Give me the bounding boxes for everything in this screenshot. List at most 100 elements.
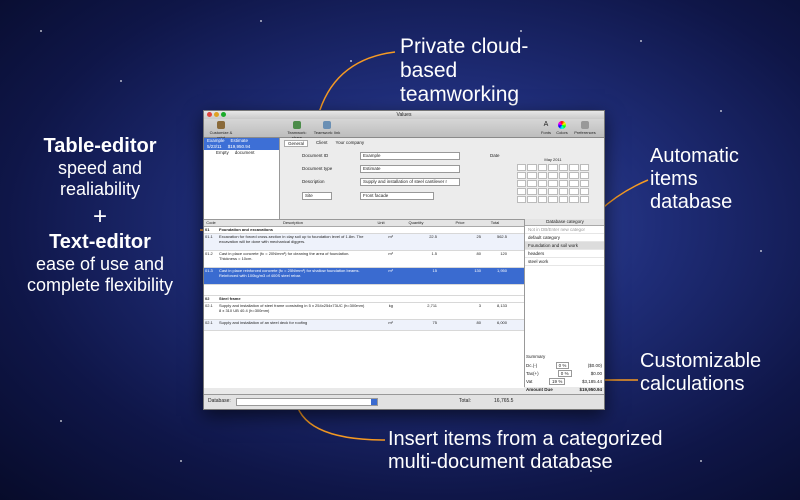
cell-code[interactable]: 01.2 xyxy=(204,251,218,267)
promo-auto-db-text: Automatic items database xyxy=(650,145,739,213)
cell-qty[interactable]: 1.5 xyxy=(394,251,438,267)
site-text-field[interactable]: Front facade xyxy=(360,192,434,200)
cell-total[interactable]: 562.5 xyxy=(482,234,508,250)
colors-label: Colors xyxy=(556,130,568,135)
close-icon[interactable] xyxy=(207,112,212,117)
db-category-hint[interactable]: Not in DB/Enter new categor xyxy=(525,226,604,234)
cell-desc[interactable]: Foundation and excavations xyxy=(218,227,368,233)
cell-price[interactable] xyxy=(438,296,482,302)
preferences-button[interactable]: Preferences xyxy=(572,121,598,135)
cell-code[interactable]: 02.1 xyxy=(204,303,218,319)
cell-total[interactable]: 8,133 xyxy=(482,303,508,319)
promo-plus: + xyxy=(92,203,107,231)
cell-desc[interactable] xyxy=(218,285,368,295)
cell-unit[interactable] xyxy=(368,296,394,302)
database-label: Database: xyxy=(208,398,231,404)
cell-unit[interactable] xyxy=(368,285,394,295)
cell-qty[interactable] xyxy=(394,227,438,233)
cell-price[interactable]: 80 xyxy=(438,251,482,267)
cell-qty[interactable] xyxy=(394,296,438,302)
doc-type-select[interactable]: Estimate xyxy=(360,165,460,173)
chevron-down-icon xyxy=(371,399,377,405)
cell-code[interactable]: 01.3 xyxy=(204,268,218,284)
cell-unit[interactable]: m³ xyxy=(368,251,394,267)
cell-unit[interactable]: m³ xyxy=(368,234,394,250)
cell-unit[interactable]: m³ xyxy=(368,268,394,284)
cell-desc[interactable]: Excavation for forced cross-section in c… xyxy=(218,234,368,250)
fonts-button[interactable]: A Fonts xyxy=(540,121,552,135)
tax-unit: % xyxy=(564,370,569,376)
date-label: Date xyxy=(490,153,500,158)
cell-code[interactable] xyxy=(204,285,218,295)
cell-unit[interactable]: m² xyxy=(368,320,394,330)
zoom-icon[interactable] xyxy=(221,112,226,117)
cell-total[interactable] xyxy=(482,227,508,233)
cell-total[interactable]: 120 xyxy=(482,251,508,267)
db-category-item[interactable]: Foundation and soil work xyxy=(525,242,604,250)
vat-field[interactable]: 19 % xyxy=(549,377,566,385)
table-row[interactable]: 01.1 Excavation for forced cross-section … xyxy=(204,234,524,251)
calendar-month: May 2011 xyxy=(544,157,562,162)
cell-price[interactable] xyxy=(438,227,482,233)
cell-qty[interactable]: 75 xyxy=(394,320,438,330)
cell-total[interactable]: 6,000 xyxy=(482,320,508,330)
cell-price[interactable]: 80 xyxy=(438,320,482,330)
cell-qty[interactable]: 22.5 xyxy=(394,234,438,250)
cell-price[interactable]: 130 xyxy=(438,268,482,284)
table-row[interactable] xyxy=(204,285,524,296)
tab-client[interactable]: Client xyxy=(316,140,328,147)
colors-icon xyxy=(558,121,566,129)
cell-total[interactable]: 1,950 xyxy=(482,268,508,284)
cell-price[interactable]: 25 xyxy=(438,234,482,250)
cell-code[interactable]: 01 xyxy=(204,227,218,233)
cell-desc[interactable]: Cast in place reinforced concrete (fc = … xyxy=(218,268,368,284)
promo-text-editor-title: Text-editor xyxy=(49,230,151,253)
colors-button[interactable]: Colors xyxy=(556,121,568,135)
tab-general[interactable]: General xyxy=(284,140,309,147)
cell-total[interactable] xyxy=(482,285,508,295)
summary-panel: Summary Dc.(-) 0 % ($0.00) Tax(+) 0 % $0… xyxy=(526,354,602,393)
minimize-icon[interactable] xyxy=(214,112,219,117)
cell-desc[interactable]: Cast in place concrete (fc = 20N/mm²) fo… xyxy=(218,251,368,267)
tax-field[interactable]: 0 % xyxy=(557,369,572,377)
table-row[interactable]: 02.1 Supply and installation of an steel … xyxy=(204,320,524,331)
date-calendar[interactable]: May 2011 xyxy=(517,157,589,215)
vat-value: 19 xyxy=(552,378,558,384)
cell-price[interactable] xyxy=(438,285,482,295)
cell-qty[interactable]: 15 xyxy=(394,268,438,284)
cell-code[interactable]: 02 xyxy=(204,296,218,302)
calendar-grid[interactable] xyxy=(517,164,589,203)
cell-price[interactable]: 3 xyxy=(438,303,482,319)
table-row[interactable]: 01.3 Cast in place reinforced concrete (f… xyxy=(204,268,524,285)
database-select[interactable] xyxy=(236,398,378,406)
promo-table-editor-title: Table-editor xyxy=(43,135,157,157)
table-row[interactable]: 02 Steel frame xyxy=(204,296,524,303)
db-category-item[interactable]: steel work xyxy=(525,258,604,266)
total-value: 16,765.5 xyxy=(494,398,514,404)
promo-auto-db: Automatic items database xyxy=(650,145,760,214)
table-row[interactable]: 01 Foundation and excavations xyxy=(204,227,524,234)
sidebar-doc-row[interactable]: Empty document xyxy=(204,150,279,156)
cell-desc[interactable]: Steel frame xyxy=(218,296,368,302)
cell-unit[interactable]: kg xyxy=(368,303,394,319)
promo-text-editor-sub: ease of use and complete flexibility xyxy=(26,253,174,295)
teamwork-link-button[interactable]: Teamwork: link xyxy=(312,121,342,135)
cell-desc[interactable]: Supply and installation of an steel deck… xyxy=(218,320,368,330)
cell-unit[interactable] xyxy=(368,227,394,233)
discount-field[interactable]: 0 % xyxy=(555,361,570,369)
cell-qty[interactable] xyxy=(394,285,438,295)
cell-code[interactable]: 02.1 xyxy=(204,320,218,330)
cell-code[interactable]: 01.1 xyxy=(204,234,218,250)
table-row[interactable]: 01.2 Cast in place concrete (fc = 20N/mm²… xyxy=(204,251,524,268)
db-category-item[interactable]: default category xyxy=(525,234,604,242)
table-row[interactable]: 02.1 Supply and installation of steel fra… xyxy=(204,303,524,320)
site-select[interactable]: Site xyxy=(302,192,332,200)
doc-id-field[interactable]: Example xyxy=(360,152,460,160)
cell-qty[interactable]: 2,711 xyxy=(394,303,438,319)
tab-your-company[interactable]: Your company xyxy=(336,140,365,147)
cell-desc[interactable]: Supply and installation of steel frame c… xyxy=(218,303,368,319)
promo-insert-items-text: Insert items from a categorized multi-do… xyxy=(388,428,663,473)
description-field[interactable]: Supply and installation of steel cantile… xyxy=(360,178,460,186)
db-category-item[interactable]: headers xyxy=(525,250,604,258)
cell-total[interactable] xyxy=(482,296,508,302)
